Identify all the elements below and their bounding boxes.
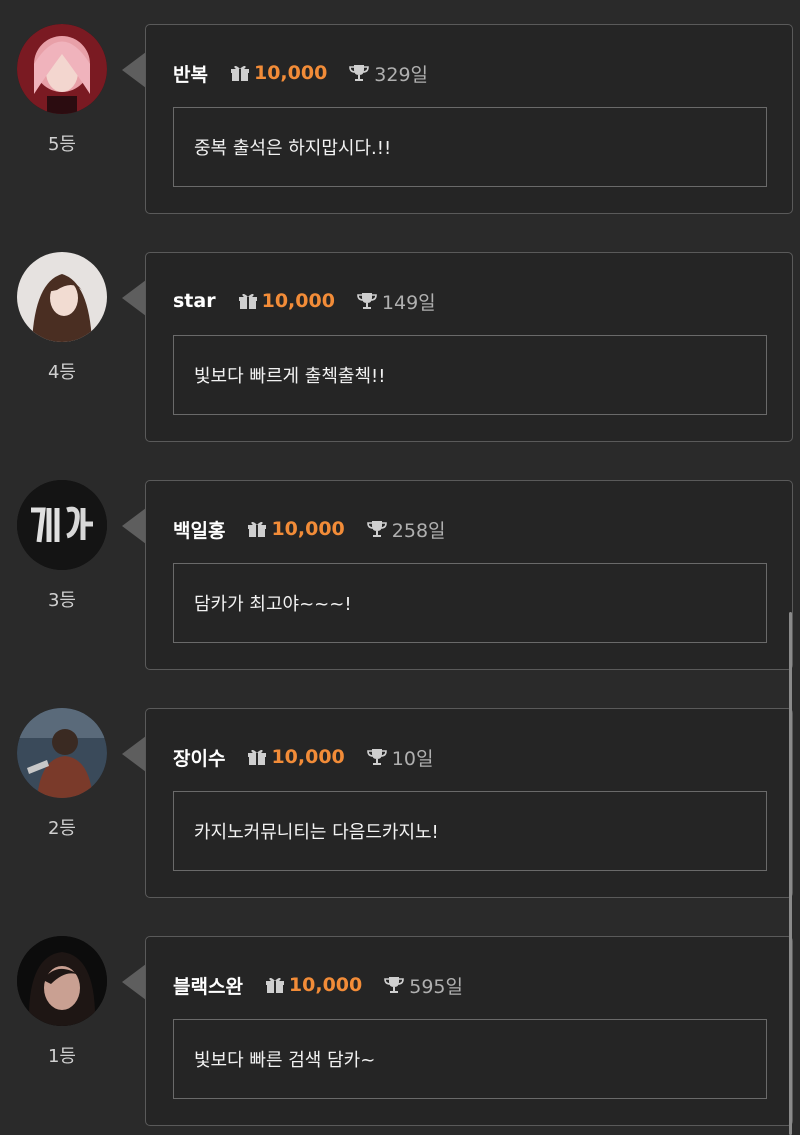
comment-text: 빛보다 빠른 검색 담카~ <box>194 1050 376 1071</box>
message-box: 빛보다 빠르게 출첵출첵!! <box>173 335 767 415</box>
comment-card: 백일홍 10,000 258일 담카가 최고야~~~! <box>145 480 793 670</box>
gift-icon <box>230 64 250 82</box>
entry-meta: 백일홍 10,000 258일 <box>173 515 446 543</box>
entry-meta: 반복 10,000 329일 <box>173 59 428 87</box>
comment-card: 장이수 10,000 10일 카지노커뮤니티는 다음드카지노! <box>145 708 793 898</box>
user-name[interactable]: 장이수 <box>173 744 225 771</box>
avatar[interactable] <box>17 252 107 342</box>
message-box: 담카가 최고야~~~! <box>173 563 767 643</box>
rank-label: 4등 <box>47 362 76 383</box>
gift-icon <box>238 292 258 310</box>
comment-card: star 10,000 149일 빛보다 빠르게 출첵출첵!! <box>145 252 793 442</box>
avatar[interactable] <box>17 480 107 570</box>
attendance-days: 149일 <box>381 291 436 314</box>
user-name[interactable]: 백일홍 <box>173 516 225 543</box>
avatar[interactable] <box>17 708 107 798</box>
comment-text: 카지노커뮤니티는 다음드카지노! <box>194 822 439 843</box>
rank-label: 1등 <box>47 1046 76 1067</box>
gift-icon <box>247 748 267 766</box>
entry-meta: 장이수 10,000 10일 <box>173 743 433 771</box>
trophy-icon <box>357 292 377 310</box>
message-box: 카지노커뮤니티는 다음드카지노! <box>173 791 767 871</box>
attendance-entry: 2등 장이수 10,000 10일 카지노커뮤니티는 다음드카지노! <box>0 684 800 898</box>
speech-arrow <box>122 736 146 772</box>
speech-arrow <box>122 964 146 1000</box>
entry-meta: star 10,000 149일 <box>173 287 436 315</box>
attendance-list: 5등 반복 10,000 329일 중복 출석은 하지맙시다.!! 4등 sta… <box>0 0 800 1135</box>
user-name[interactable]: 블랙스완 <box>173 972 243 999</box>
attendance-entry: 5등 반복 10,000 329일 중복 출석은 하지맙시다.!! <box>0 0 800 214</box>
points-value: 10,000 <box>271 518 345 540</box>
entry-meta: 블랙스완 10,000 595일 <box>173 971 463 999</box>
points-value: 10,000 <box>271 746 345 768</box>
trophy-icon <box>366 520 387 538</box>
message-box: 중복 출석은 하지맙시다.!! <box>173 107 767 187</box>
comment-card: 반복 10,000 329일 중복 출석은 하지맙시다.!! <box>145 24 793 214</box>
message-box: 빛보다 빠른 검색 담카~ <box>173 1019 767 1099</box>
attendance-days: 10일 <box>391 747 434 770</box>
attendance-days: 258일 <box>391 519 446 542</box>
trophy-icon <box>349 64 370 82</box>
speech-arrow <box>122 52 146 88</box>
attendance-entry: 1등 블랙스완 10,000 595일 빛보다 빠른 검색 담카~ <box>0 912 800 1126</box>
attendance-days: 595일 <box>409 975 463 998</box>
speech-arrow <box>122 508 146 544</box>
speech-arrow <box>122 280 146 316</box>
attendance-days: 329일 <box>374 63 429 86</box>
trophy-icon <box>366 748 387 766</box>
rank-label: 5등 <box>47 134 76 155</box>
points-value: 10,000 <box>261 290 335 312</box>
avatar[interactable] <box>17 936 107 1026</box>
attendance-entry: 4등 star 10,000 149일 빛보다 빠르게 출첵출첵!! <box>0 228 800 442</box>
gift-icon <box>265 976 285 994</box>
points-value: 10,000 <box>288 974 363 996</box>
points-value: 10,000 <box>253 62 328 84</box>
user-name[interactable]: star <box>173 290 216 312</box>
attendance-entry: 3등 백일홍 10,000 258일 담카가 최고야~~~! <box>0 456 800 670</box>
scrollbar[interactable] <box>789 612 792 1135</box>
comment-card: 블랙스완 10,000 595일 빛보다 빠른 검색 담카~ <box>145 936 793 1126</box>
rank-label: 3등 <box>47 590 76 611</box>
trophy-icon <box>384 976 405 994</box>
user-name[interactable]: 반복 <box>173 60 208 87</box>
avatar[interactable] <box>17 24 107 114</box>
comment-text: 중복 출석은 하지맙시다.!! <box>194 138 392 159</box>
comment-text: 빛보다 빠르게 출첵출첵!! <box>194 366 386 387</box>
comment-text: 담카가 최고야~~~! <box>194 594 352 615</box>
rank-label: 2등 <box>47 818 76 839</box>
gift-icon <box>247 520 267 538</box>
